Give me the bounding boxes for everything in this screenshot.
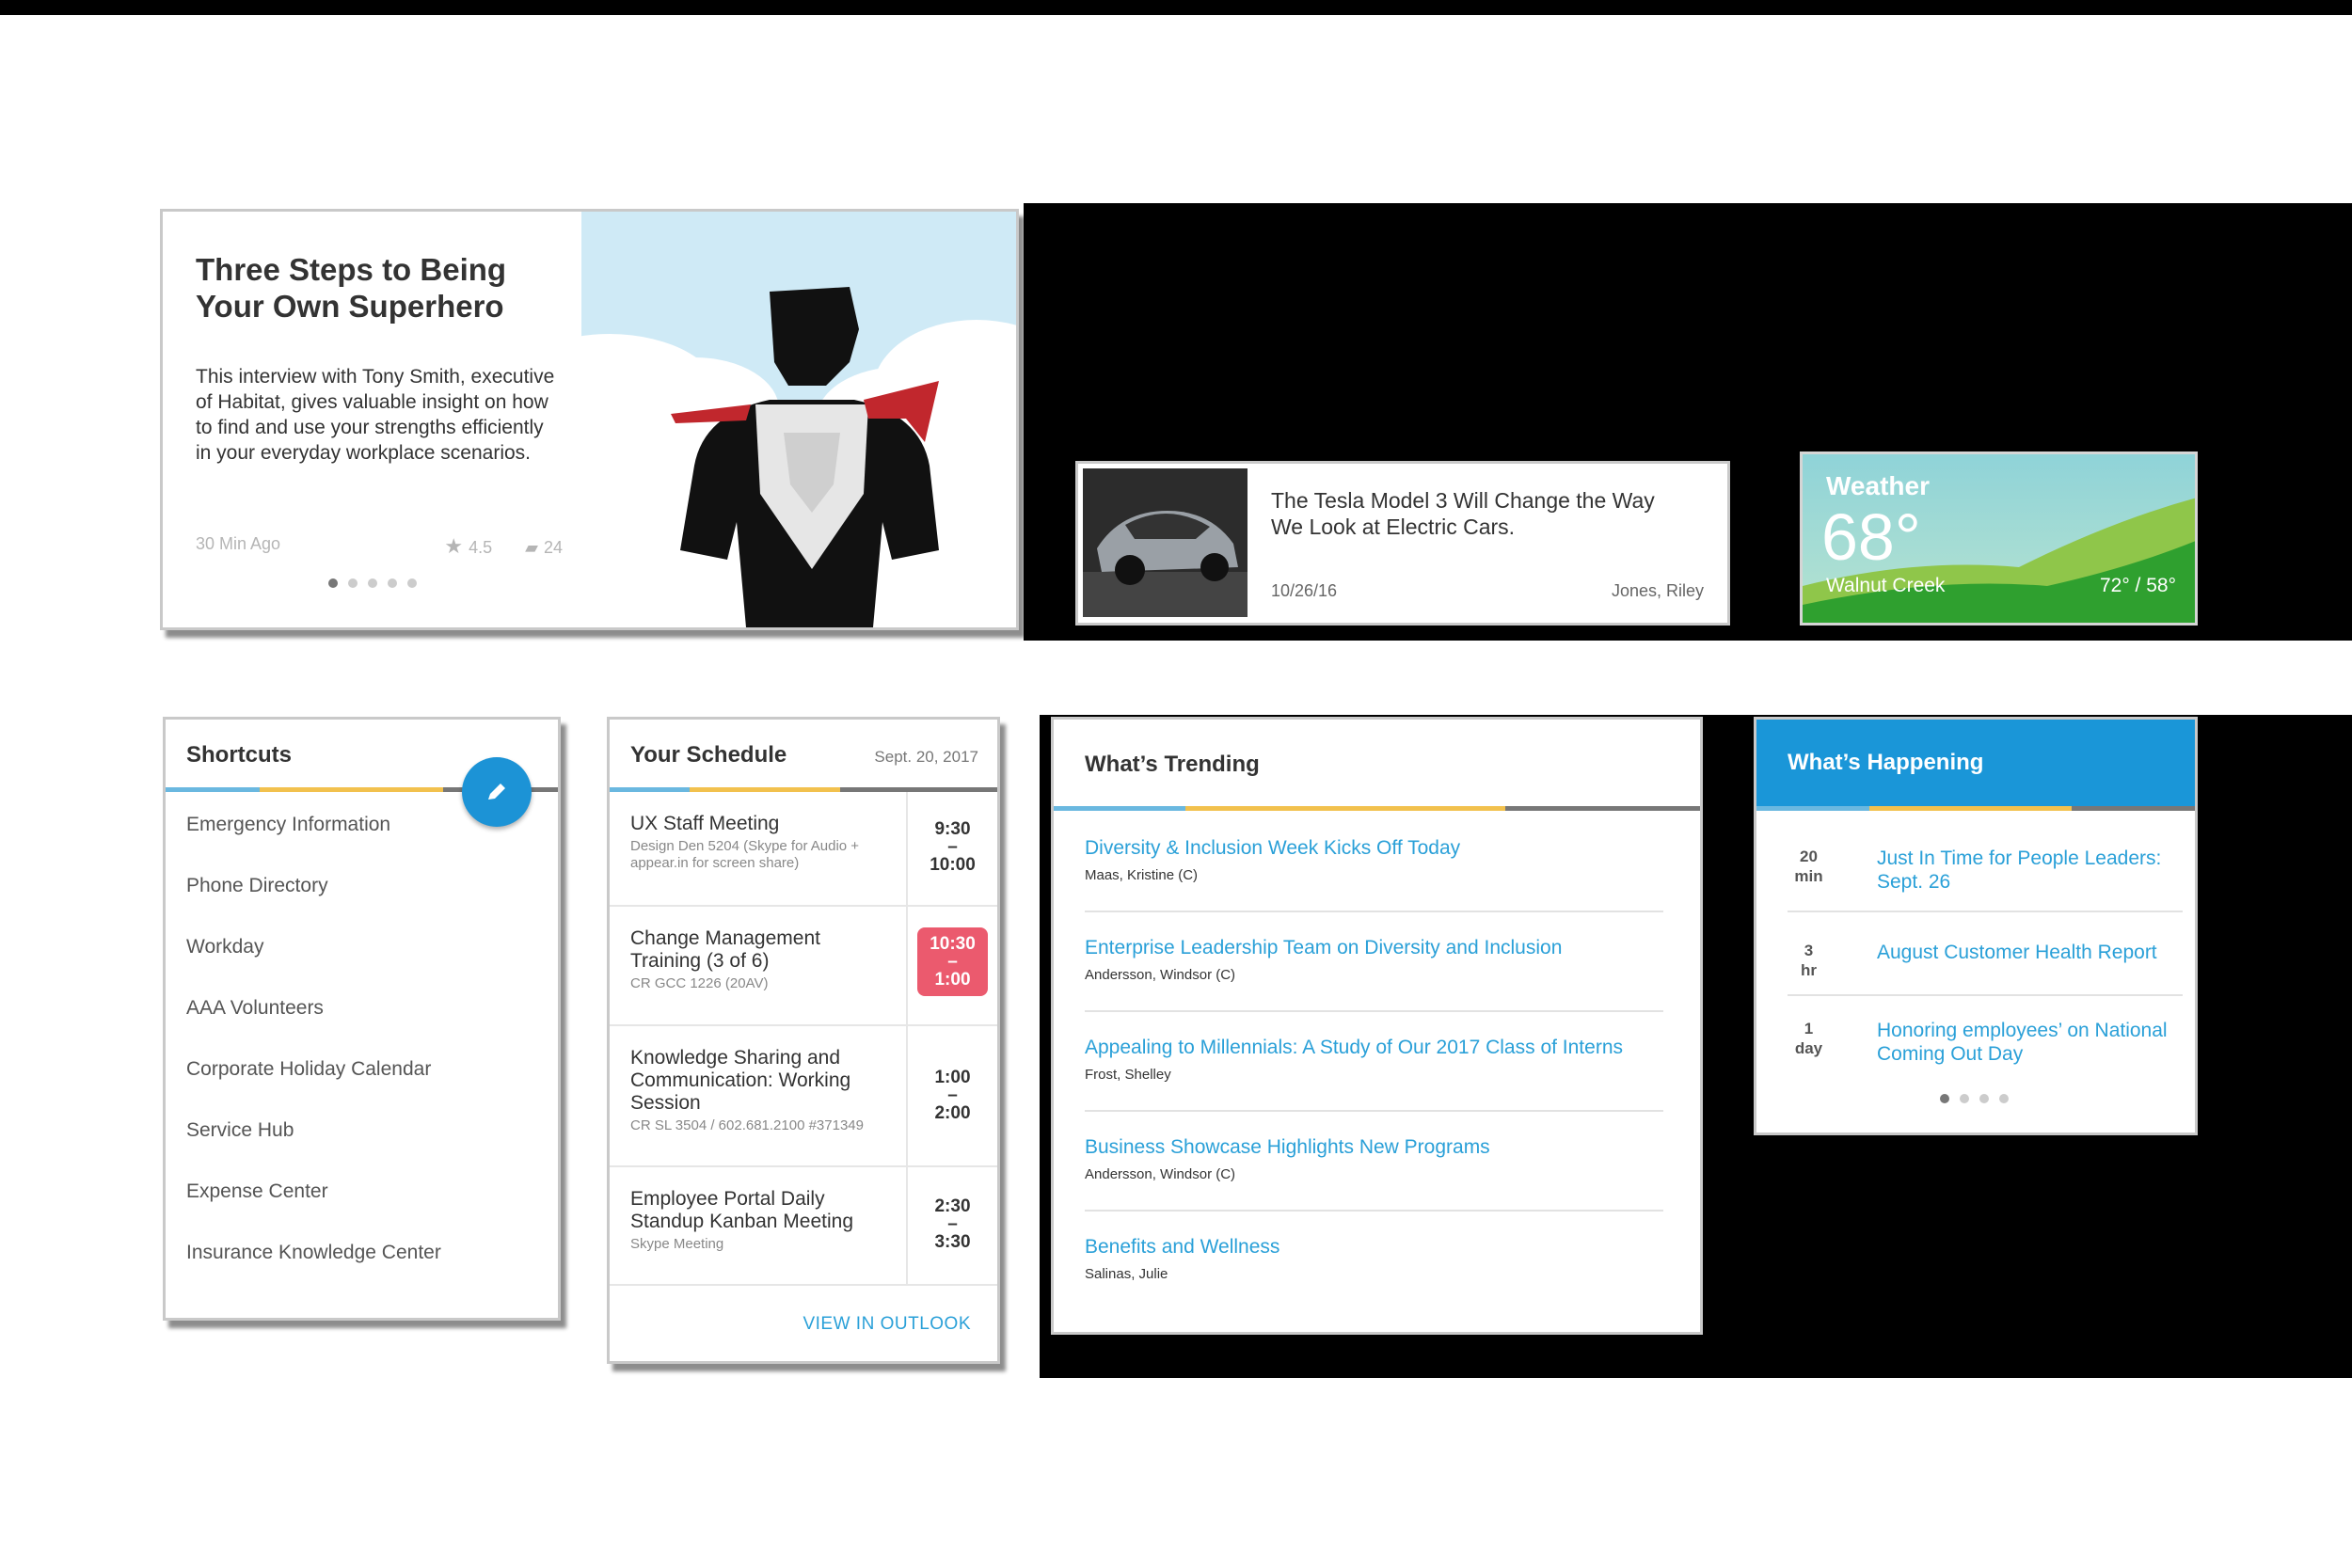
event-time: 9:30–10:00 [906, 792, 997, 905]
tesla-headline[interactable]: The Tesla Model 3 Will Change the Way We… [1271, 487, 1690, 540]
trending-item[interactable]: Appealing to Millennials: A Study of Our… [1085, 1010, 1663, 1112]
weather-high-low: 72° / 58° [2099, 575, 2176, 596]
shortcuts-title: Shortcuts [186, 742, 293, 768]
feature-title[interactable]: Three Steps to Being Your Own Superhero [196, 251, 534, 325]
schedule-card: Your Schedule Sept. 20, 2017 UX Staff Me… [607, 717, 1000, 1364]
weather-temperature: 68° [1821, 500, 1921, 574]
trending-headline[interactable]: Benefits and Wellness [1085, 1236, 1663, 1259]
event-location: Skype Meeting [630, 1236, 724, 1252]
trending-item[interactable]: Benefits and Wellness Salinas, Julie [1085, 1210, 1663, 1309]
trending-card: What’s Trending Diversity & Inclusion We… [1051, 717, 1703, 1335]
trending-author: Maas, Kristine (C) [1085, 867, 1199, 883]
top-black-strip [0, 0, 2352, 15]
feature-meta: 30 Min Ago ★ 4.5 ▰ 24 [196, 534, 563, 558]
event-title: UX Staff Meeting [630, 813, 780, 834]
trending-item[interactable]: Enterprise Leadership Team on Diversity … [1085, 911, 1663, 1012]
happening-headline[interactable]: August Customer Health Report [1877, 941, 2178, 964]
carousel-dot[interactable] [1940, 1094, 1949, 1103]
shortcut-link[interactable]: Service Hub [186, 1119, 441, 1180]
trending-headline[interactable]: Business Showcase Highlights New Program… [1085, 1136, 1663, 1159]
shortcuts-list: Emergency Information Phone Directory Wo… [186, 814, 441, 1303]
trending-item[interactable]: Business Showcase Highlights New Program… [1085, 1110, 1663, 1212]
happening-card: What’s Happening 20 min Just In Time for … [1754, 717, 2198, 1135]
schedule-event[interactable]: Knowledge Sharing and Communication: Wor… [610, 1026, 997, 1167]
schedule-title: Your Schedule [630, 742, 787, 768]
weather-card[interactable]: Weather 68° Walnut Creek 72° / 58° [1800, 451, 2198, 626]
carousel-dot[interactable] [1979, 1094, 1989, 1103]
trending-headline[interactable]: Diversity & Inclusion Week Kicks Off Tod… [1085, 837, 1663, 860]
happening-carousel-dots[interactable] [1940, 1091, 2019, 1108]
pencil-icon [488, 784, 505, 800]
happening-headline[interactable]: Honoring employees’ on National Coming O… [1877, 1019, 2178, 1066]
feature-text-panel: Three Steps to Being Your Own Superhero … [163, 212, 581, 627]
event-location: Design Den 5204 (Skype for Audio + appea… [630, 838, 860, 871]
event-title: Knowledge Sharing and Communication: Wor… [630, 1047, 851, 1114]
happening-item[interactable]: 1 day Honoring employees’ on National Com… [1788, 1019, 2183, 1075]
shortcut-link[interactable]: Emergency Information [186, 814, 441, 875]
happening-item[interactable]: 20 min Just In Time for People Leaders: S… [1788, 847, 2183, 912]
weather-city: Walnut Creek [1826, 575, 1946, 596]
weather-label: Weather [1826, 471, 1930, 500]
event-time: 1:00–2:00 [906, 1026, 997, 1165]
shortcuts-card: Shortcuts Emergency Information Phone Di… [163, 717, 561, 1321]
carousel-dot[interactable] [407, 578, 417, 588]
trending-headline[interactable]: Enterprise Leadership Team on Diversity … [1085, 937, 1663, 959]
tesla-news-card[interactable]: The Tesla Model 3 Will Change the Way We… [1075, 461, 1730, 626]
feature-article-card[interactable]: Three Steps to Being Your Own Superhero … [160, 209, 1019, 630]
happening-time-ago: 3 hr [1801, 942, 1817, 979]
trending-headline[interactable]: Appealing to Millennials: A Study of Our… [1085, 1037, 1663, 1059]
comment-icon[interactable]: ▰ [525, 538, 538, 557]
happening-header: What’s Happening [1756, 720, 2195, 806]
event-title: Change Management Training (3 of 6) [630, 927, 820, 972]
shortcut-link[interactable]: Insurance Knowledge Center [186, 1242, 441, 1303]
happening-time-ago: 20 min [1794, 847, 1823, 885]
tesla-date: 10/26/16 [1271, 581, 1338, 600]
carousel-dot[interactable] [348, 578, 358, 588]
view-in-outlook-link[interactable]: VIEW IN OUTLOOK [803, 1314, 971, 1335]
trending-title: What’s Trending [1085, 752, 1260, 777]
happening-title: What’s Happening [1788, 750, 1984, 775]
shortcut-link[interactable]: Expense Center [186, 1180, 441, 1242]
feature-time-ago: 30 Min Ago [196, 534, 281, 553]
happening-color-bar [1756, 806, 2195, 811]
trending-item[interactable]: Diversity & Inclusion Week Kicks Off Tod… [1085, 811, 1663, 912]
tesla-car-photo [1083, 468, 1248, 617]
event-location: CR SL 3504 / 602.681.2100 #371349 [630, 1117, 864, 1133]
schedule-date: Sept. 20, 2017 [874, 748, 978, 766]
happening-time-ago: 1 day [1794, 1020, 1823, 1057]
carousel-dot[interactable] [388, 578, 397, 588]
star-icon[interactable]: ★ [444, 534, 463, 558]
feature-body: This interview with Tony Smith, executiv… [196, 366, 555, 464]
carousel-dot[interactable] [368, 578, 377, 588]
shortcut-link[interactable]: Corporate Holiday Calendar [186, 1058, 441, 1119]
trending-author: Frost, Shelley [1085, 1067, 1171, 1083]
event-time-alert: 10:30–1:00 [906, 907, 997, 1024]
shortcut-link[interactable]: Workday [186, 936, 441, 997]
trending-author: Salinas, Julie [1085, 1266, 1168, 1282]
superhero-illustration [581, 212, 1016, 627]
edit-shortcuts-button[interactable] [462, 757, 532, 827]
shortcut-link[interactable]: Phone Directory [186, 875, 441, 936]
trending-author: Andersson, Windsor (C) [1085, 1166, 1236, 1182]
carousel-dot[interactable] [1960, 1094, 1969, 1103]
shortcut-link[interactable]: AAA Volunteers [186, 997, 441, 1058]
feature-comments: 24 [543, 538, 563, 557]
carousel-dot[interactable] [1999, 1094, 2009, 1103]
happening-headline[interactable]: Just In Time for People Leaders: Sept. 2… [1877, 847, 2178, 894]
schedule-event[interactable]: Employee Portal Daily Standup Kanban Mee… [610, 1167, 997, 1286]
carousel-dot[interactable] [328, 578, 338, 588]
feature-carousel-dots[interactable] [328, 576, 427, 593]
event-location: CR GCC 1226 (20AV) [630, 975, 769, 991]
schedule-event[interactable]: Change Management Training (3 of 6) CR GC… [610, 907, 997, 1026]
happening-item[interactable]: 3 hr August Customer Health Report [1788, 941, 2183, 996]
event-time: 2:30–3:30 [906, 1167, 997, 1284]
feature-rating: 4.5 [469, 538, 493, 557]
tesla-author: Jones, Riley [1611, 581, 1704, 600]
trending-author: Andersson, Windsor (C) [1085, 967, 1236, 983]
schedule-event[interactable]: UX Staff Meeting Design Den 5204 (Skype f… [610, 792, 997, 907]
event-title: Employee Portal Daily Standup Kanban Mee… [630, 1188, 854, 1232]
